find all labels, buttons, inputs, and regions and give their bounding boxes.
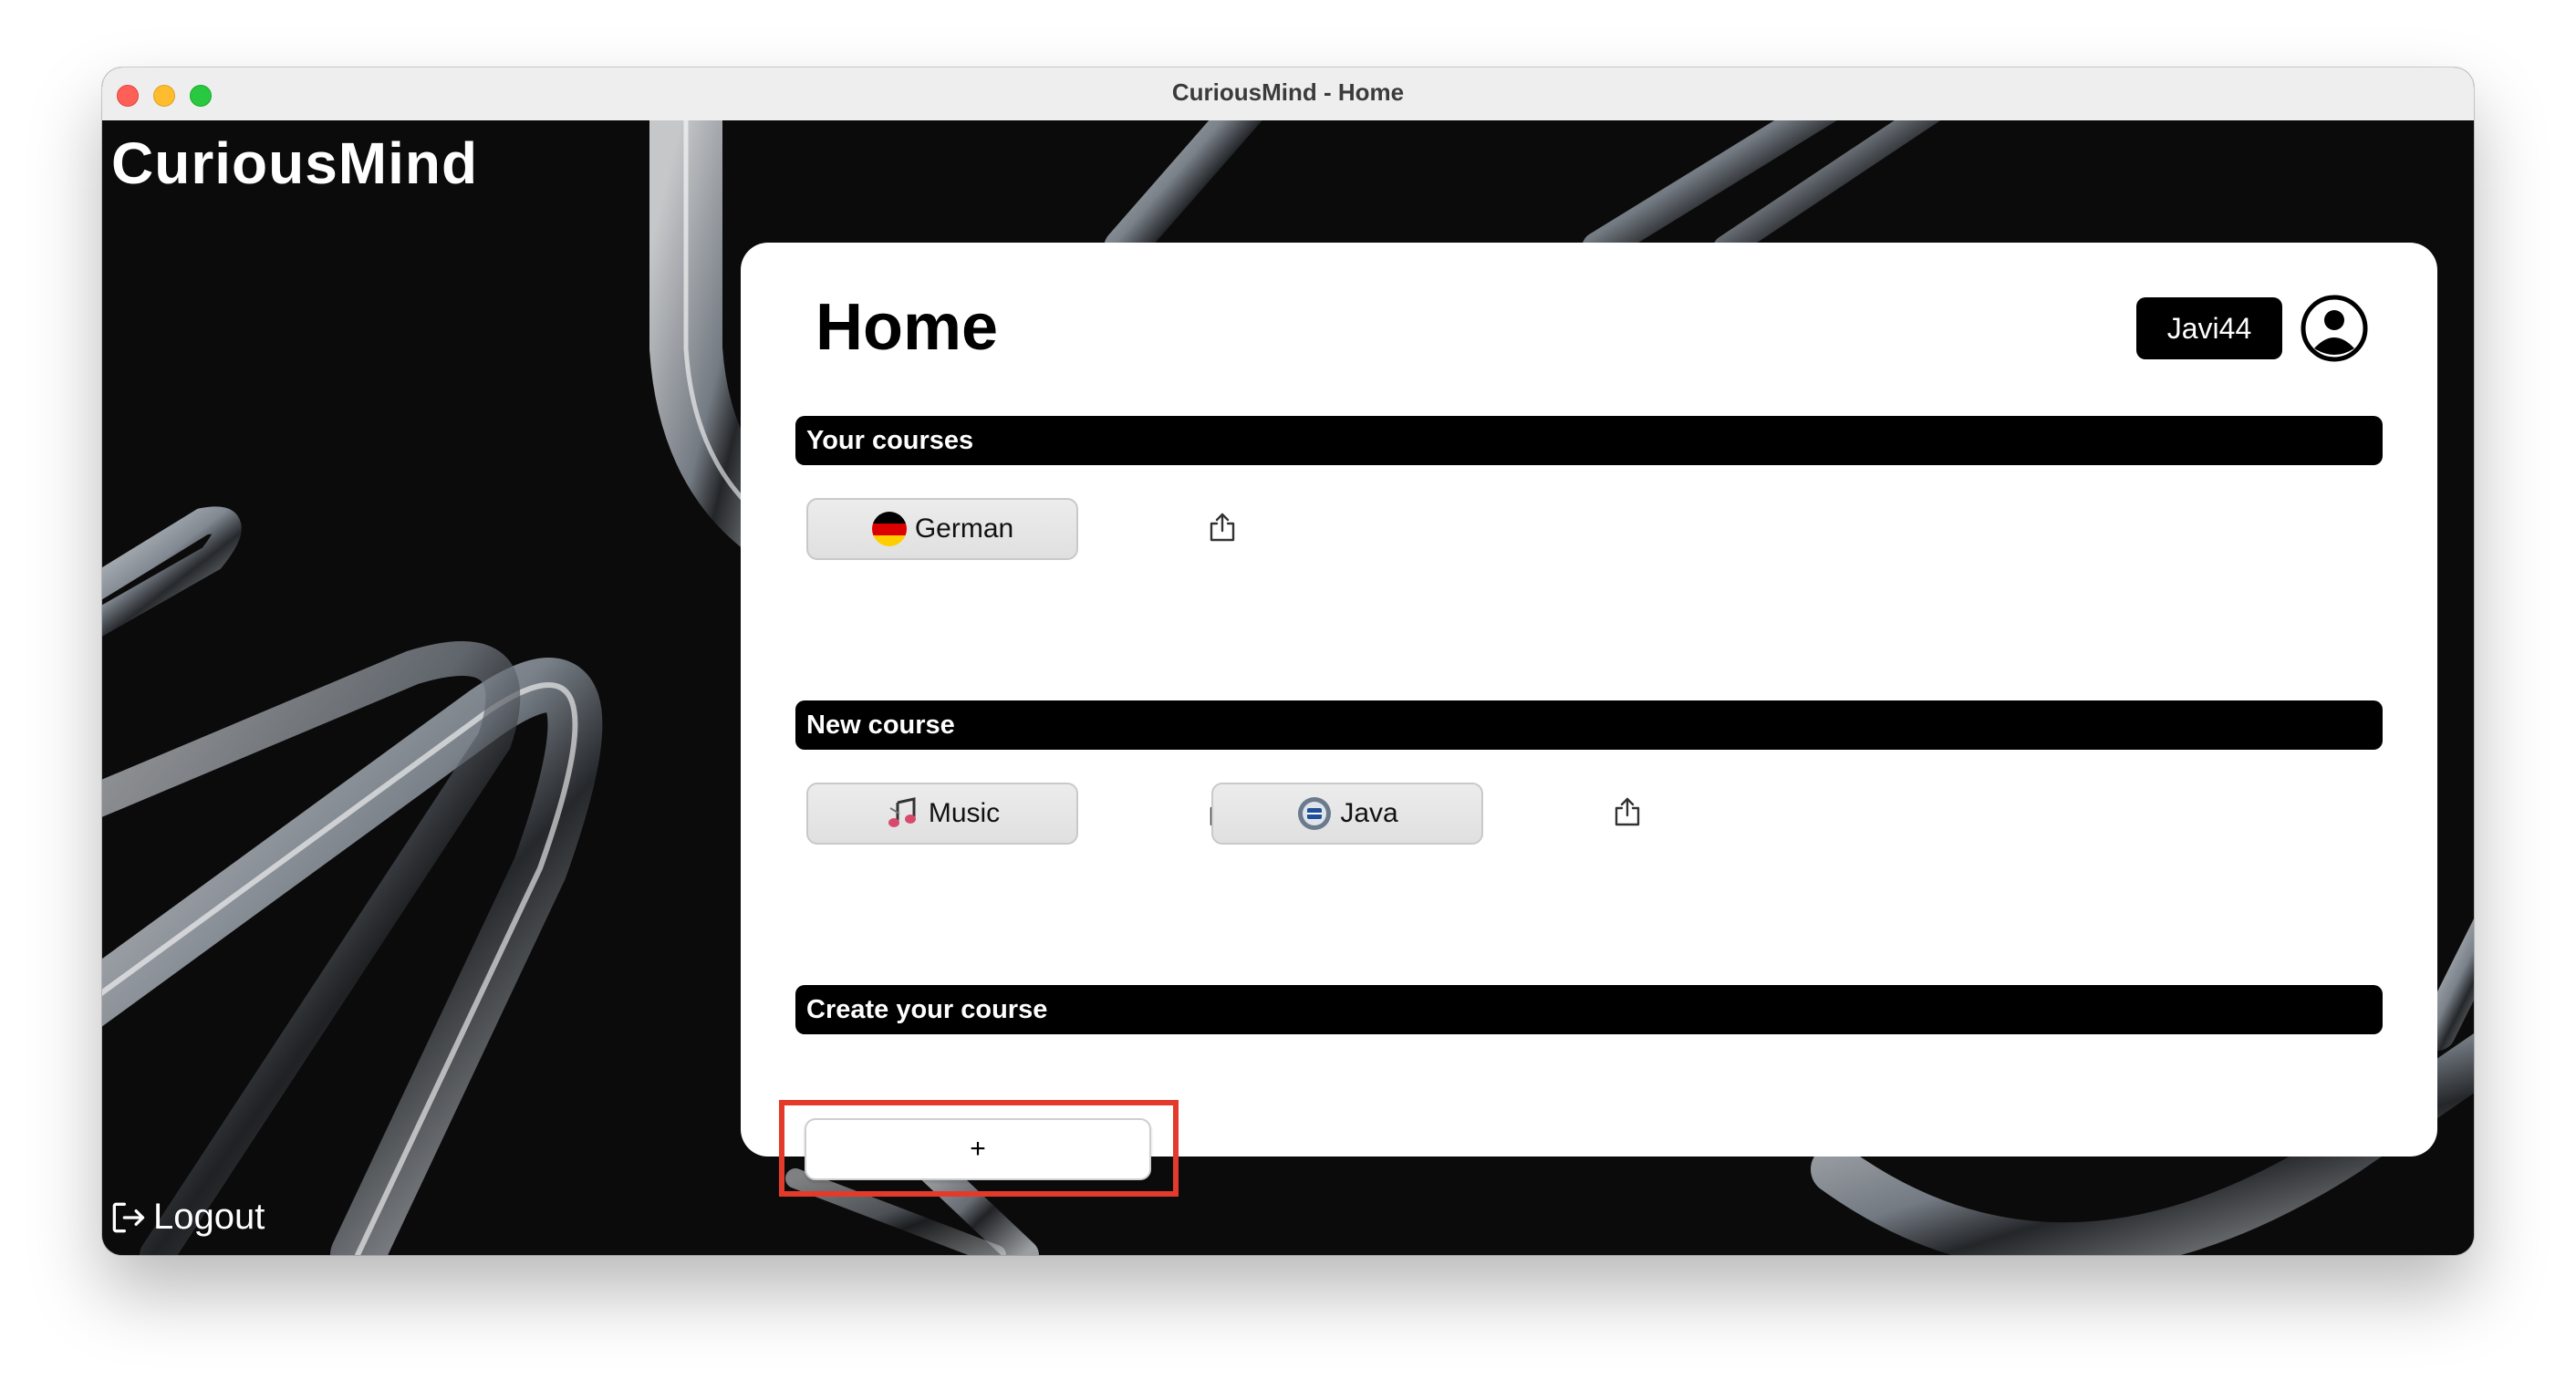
course-button-german[interactable]: German <box>806 498 1078 560</box>
app-brand: CuriousMind <box>111 130 479 196</box>
course-label: German <box>914 513 1014 544</box>
page-title: Home <box>815 291 999 364</box>
section-create-course: Create your course <box>795 985 2383 1034</box>
app-content: CuriousMind Logout Home Javi44 Your cour… <box>102 120 2474 1255</box>
window-title: CuriousMind - Home <box>1171 78 1405 106</box>
music-notes-icon <box>888 797 916 827</box>
section-title: Create your course <box>806 994 1048 1024</box>
section-your-courses: Your courses <box>795 416 2383 465</box>
section-title: Your courses <box>806 425 974 455</box>
logout-label: Logout <box>153 1197 265 1237</box>
username-badge[interactable]: Javi44 <box>2136 297 2282 359</box>
logout-icon <box>112 1202 145 1232</box>
app-window: CuriousMind - Home CuriousMind Logout Ho… <box>102 67 2474 1255</box>
share-icon[interactable] <box>1609 794 1646 830</box>
section-new-course: New course <box>795 700 2383 750</box>
share-icon[interactable] <box>1204 509 1241 545</box>
add-course-button[interactable]: + <box>805 1118 1151 1180</box>
course-label: Music <box>928 798 1001 828</box>
german-flag-icon <box>871 512 907 546</box>
title-bar: CuriousMind - Home <box>102 67 2474 121</box>
java-logo-icon <box>1298 797 1332 830</box>
user-circle-icon[interactable] <box>2300 294 2369 363</box>
section-title: New course <box>806 710 955 740</box>
course-label: Java <box>1340 798 1398 828</box>
home-card: Home Javi44 Your courses German New cour… <box>741 243 2437 1157</box>
course-button-java[interactable]: Java <box>1211 783 1483 845</box>
course-button-music[interactable]: Music <box>806 783 1078 845</box>
logout-button[interactable]: Logout <box>108 1197 265 1238</box>
